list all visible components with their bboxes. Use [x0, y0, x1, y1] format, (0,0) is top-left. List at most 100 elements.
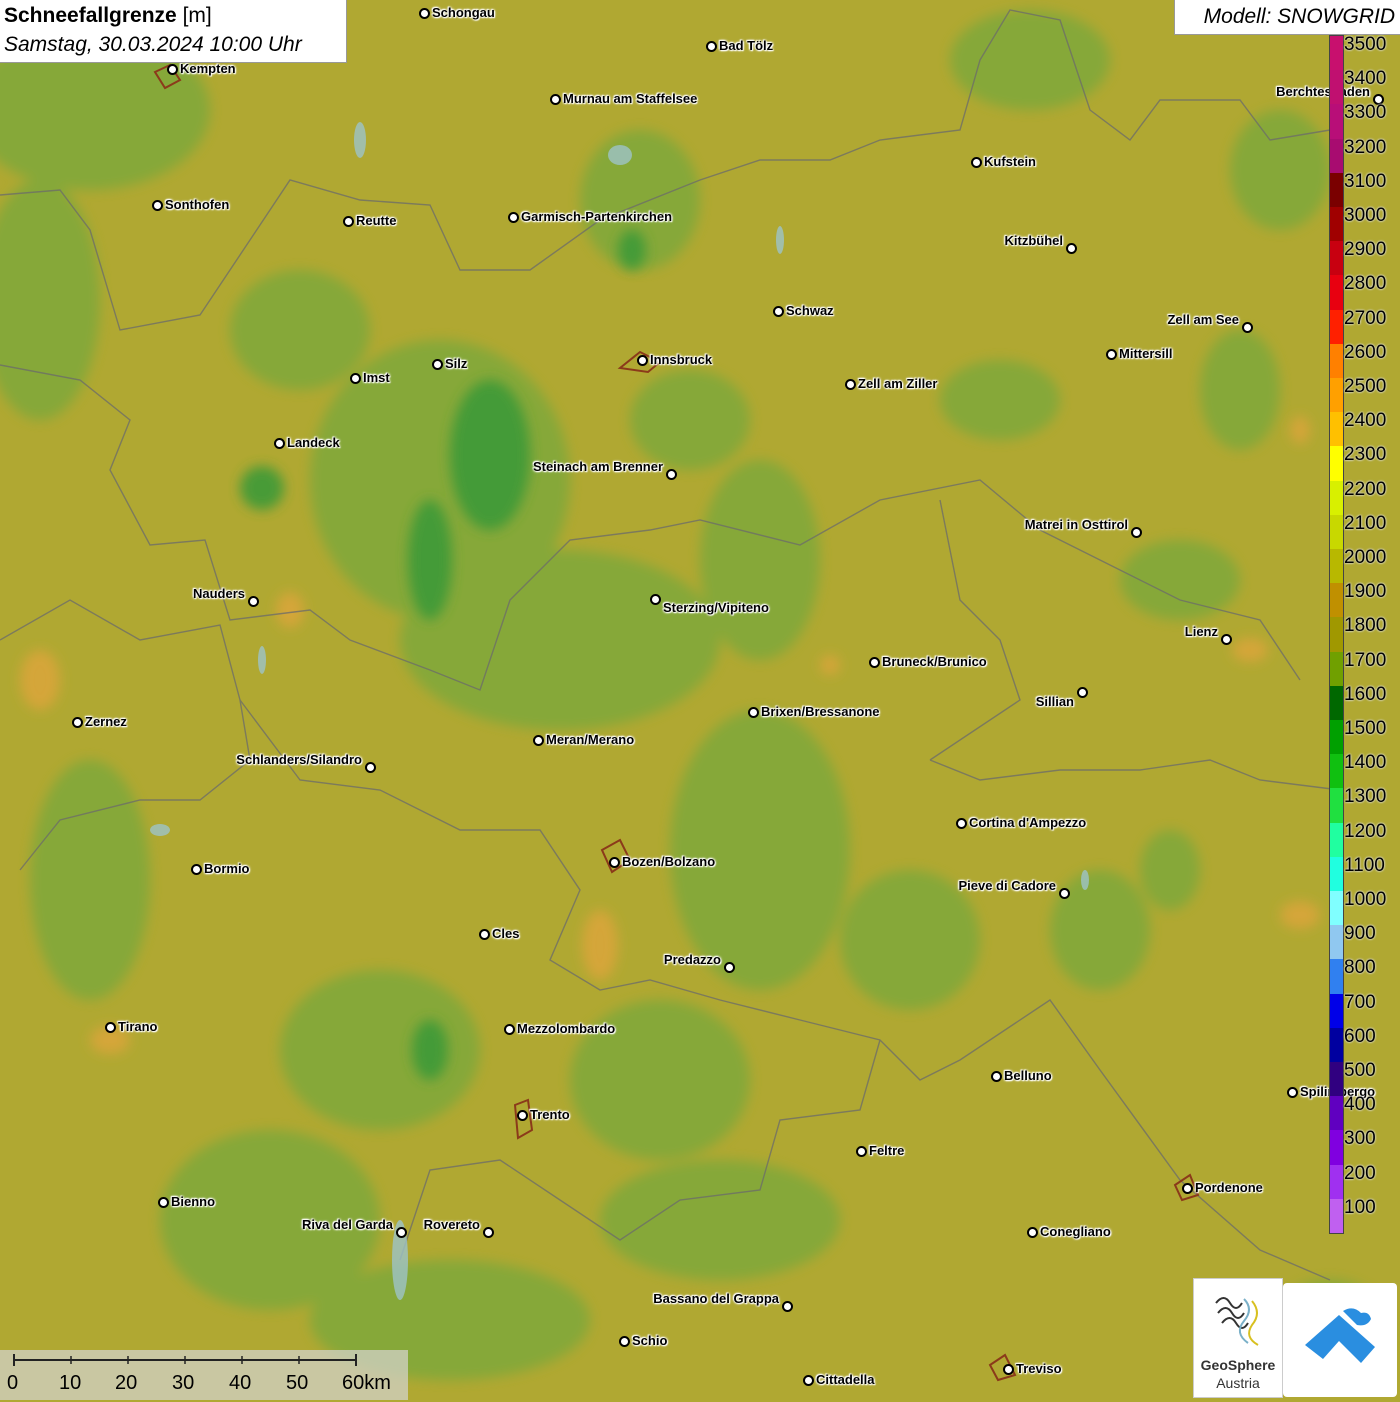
city-marker-icon[interactable] [483, 1227, 494, 1238]
city-label: Kitzbühel [1004, 233, 1064, 248]
city-marker-icon[interactable] [167, 64, 178, 75]
city-marker-icon[interactable] [971, 157, 982, 168]
city-label: Landeck [287, 435, 340, 450]
city-marker-icon[interactable] [609, 857, 620, 868]
city-marker-icon[interactable] [432, 359, 443, 370]
city-marker-icon[interactable] [508, 212, 519, 223]
legend-value-label: 1800 [1344, 615, 1387, 637]
city-marker-icon[interactable] [782, 1301, 793, 1312]
city-marker-icon[interactable] [72, 717, 83, 728]
color-legend [1329, 35, 1344, 1234]
geosphere-name: GeoSphere [1200, 1357, 1276, 1373]
legend-value-label: 2000 [1344, 547, 1387, 568]
city-marker-icon[interactable] [517, 1110, 528, 1121]
city-marker-icon[interactable] [724, 962, 735, 973]
city-marker-icon[interactable] [706, 41, 717, 52]
city-marker-icon[interactable] [1287, 1087, 1298, 1098]
legend-swatch [1330, 856, 1343, 892]
city-label: Bruneck/Brunico [882, 654, 987, 669]
city-marker-icon[interactable] [1027, 1227, 1038, 1238]
legend-value-label: 800 [1344, 957, 1376, 979]
city-marker-icon[interactable] [773, 306, 784, 317]
legend-swatch [1330, 104, 1343, 140]
city-marker-icon[interactable] [803, 1375, 814, 1386]
city-label: Innsbruck [650, 352, 713, 367]
legend-swatch [1330, 788, 1343, 824]
city-label: Feltre [869, 1143, 905, 1158]
city-marker-icon[interactable] [956, 818, 967, 829]
legend-swatch [1330, 172, 1343, 208]
city-marker-icon[interactable] [991, 1071, 1002, 1082]
city-label: Garmisch-Partenkirchen [521, 209, 673, 224]
snowline-map[interactable]: Schongau Bad Tölz Kempten Murnau am Staffel… [0, 0, 1400, 1400]
city-marker-icon[interactable] [637, 355, 648, 366]
legend-value-label: 1400 [1344, 752, 1387, 774]
city-marker-icon[interactable] [343, 216, 354, 227]
legend-swatch [1330, 480, 1343, 516]
legend-value-label: 1300 [1344, 786, 1387, 808]
city-marker-icon[interactable] [619, 1336, 630, 1347]
city-label: Murnau am Staffelsee [563, 91, 698, 106]
city-marker-icon[interactable] [274, 438, 285, 449]
city-label: Imst [363, 370, 390, 385]
city-label: Sonthofen [165, 197, 230, 212]
city-marker-icon[interactable] [1182, 1183, 1193, 1194]
city-marker-icon[interactable] [1003, 1364, 1014, 1375]
city-marker-icon[interactable] [1066, 243, 1077, 254]
city-marker-icon[interactable] [666, 469, 677, 480]
city-marker-icon[interactable] [1221, 634, 1232, 645]
city-marker-icon[interactable] [550, 94, 561, 105]
legend-swatch [1330, 343, 1343, 379]
legend-swatch [1330, 207, 1343, 242]
legend-swatch [1330, 891, 1343, 926]
geosphere-logo[interactable]: GeoSphere Austria [1193, 1278, 1283, 1398]
legend-value-label: 2500 [1344, 376, 1387, 397]
city-marker-icon[interactable] [158, 1197, 169, 1208]
city-marker-icon[interactable] [504, 1024, 515, 1035]
city-marker-icon[interactable] [479, 929, 490, 940]
city-label: Bormio [204, 861, 250, 876]
city-marker-icon[interactable] [533, 735, 544, 746]
city-marker-icon[interactable] [1242, 322, 1253, 333]
city-label: Schlanders/Silandro [236, 752, 362, 767]
legend-value-label: 200 [1344, 1162, 1376, 1184]
city-marker-icon[interactable] [396, 1227, 407, 1238]
city-marker-icon[interactable] [105, 1022, 116, 1033]
app-logo[interactable] [1283, 1283, 1397, 1397]
city-label: Zell am See [1167, 312, 1239, 327]
legend-swatch [1330, 309, 1343, 345]
city-marker-icon[interactable] [748, 707, 759, 718]
city-label: Treviso [1016, 1361, 1062, 1376]
scale-tick-label: 30 [172, 1372, 195, 1394]
city-marker-icon[interactable] [1106, 349, 1117, 360]
city-marker-icon[interactable] [1059, 888, 1070, 899]
city-marker-icon[interactable] [419, 8, 430, 19]
city-marker-icon[interactable] [650, 594, 661, 605]
city-marker-icon[interactable] [350, 373, 361, 384]
city-label: Lienz [1184, 624, 1218, 639]
legend-swatch [1330, 993, 1343, 1029]
city-label: Zell am Ziller [858, 376, 938, 391]
city-marker-icon[interactable] [1077, 687, 1088, 698]
scale-tick-label: 20 [115, 1372, 138, 1394]
city-marker-icon[interactable] [248, 596, 259, 607]
legend-value-label: 1900 [1344, 581, 1387, 603]
legend-swatch [1330, 959, 1343, 995]
city-marker-icon[interactable] [1131, 527, 1142, 538]
legend-swatch [1330, 378, 1343, 413]
city-marker-icon[interactable] [856, 1146, 867, 1157]
legend-value-label: 700 [1344, 991, 1376, 1013]
city-marker-icon[interactable] [845, 379, 856, 390]
city-marker-icon[interactable] [152, 200, 163, 211]
city-marker-icon[interactable] [869, 657, 880, 668]
city-marker-icon[interactable] [365, 762, 376, 773]
legend-value-label: 400 [1344, 1094, 1376, 1116]
city-marker-icon[interactable] [191, 864, 202, 875]
legend-swatch [1330, 1198, 1343, 1234]
legend-value-label: 300 [1344, 1128, 1376, 1150]
title-panel: Schneefallgrenze [m] Samstag, 30.03.2024… [0, 0, 347, 63]
legend-value-label: 500 [1344, 1060, 1376, 1081]
model-label: Modell: SNOWGRID [1203, 5, 1395, 28]
city-label: Cittadella [816, 1372, 875, 1387]
city-label: Belluno [1004, 1068, 1052, 1083]
